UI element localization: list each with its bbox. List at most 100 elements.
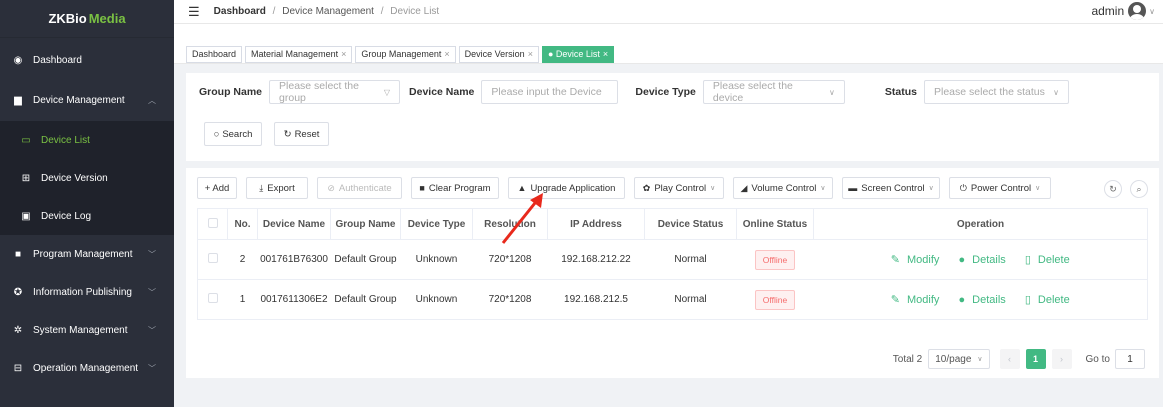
table-header-row: No. Device Name Group Name Device Type R… (197, 208, 1148, 240)
sidebar-item-dashboard[interactable]: ◉ Dashboard (0, 41, 174, 79)
screen-icon: ▬ (848, 183, 858, 193)
grid-icon: ⊞ (21, 172, 31, 184)
play-control-button[interactable]: ✿ Play Control ∨ (634, 177, 724, 199)
close-icon[interactable]: × (444, 49, 449, 59)
column-header: Operation (813, 208, 1148, 240)
select-all-checkbox[interactable] (207, 217, 218, 228)
refresh-icon[interactable]: ↻ (1104, 180, 1122, 198)
sidebar-item-device-log[interactable]: ▣ Device Log (0, 197, 174, 235)
status-label: Status (884, 86, 917, 98)
edit-icon: ✎ (890, 294, 901, 306)
sidebar-item-label: System Management (33, 324, 128, 336)
user-menu[interactable]: admin ∨ (1091, 2, 1155, 20)
column-header: Device Status (644, 208, 737, 240)
group-select[interactable]: Please select the group ▽ (269, 80, 401, 104)
breadcrumb-item: Device List (390, 6, 440, 17)
volume-icon: ◢ (740, 182, 748, 193)
trash-icon: ■ (419, 183, 425, 193)
cell-group-name: Default Group (330, 239, 401, 280)
volume-control-button[interactable]: ◢ Volume Control ∨ (733, 177, 833, 199)
chevron-down-icon: ∨ (928, 185, 934, 192)
close-icon[interactable]: × (528, 49, 533, 59)
cell-device-type: Unknown (400, 279, 473, 320)
monitor-icon: ▆ (14, 94, 22, 106)
sidebar-item-device-list[interactable]: ▭ Device List (0, 121, 174, 159)
cell-group-name: Default Group (330, 279, 401, 320)
export-button[interactable]: ⤓ Export (246, 177, 308, 199)
add-button[interactable]: + Add (197, 177, 237, 199)
play-icon: ✿ (642, 182, 651, 193)
search-icon[interactable]: ⌕ (1130, 180, 1148, 198)
modify-link[interactable]: ✎ Modify (887, 294, 944, 306)
column-header: Device Type (400, 208, 473, 240)
authenticate-button[interactable]: ⊘ Authenticate (317, 177, 402, 199)
tab-dashboard[interactable]: Dashboard (186, 46, 243, 63)
column-header: No. (227, 208, 258, 240)
chevron-down-icon: ∨ (820, 185, 826, 192)
sidebar-item-label: Program Management (33, 248, 133, 260)
delete-link[interactable]: ▯ Delete (1021, 294, 1074, 306)
device-table: No. Device Name Group Name Device Type R… (197, 208, 1148, 320)
sidebar-item-label: Device Log (41, 210, 92, 222)
power-control-button[interactable]: ⏻ Power Control ∨ (949, 177, 1051, 199)
trash-icon: ▯ (1024, 254, 1031, 266)
details-link[interactable]: ● Details (954, 294, 1009, 306)
menu-toggle-icon[interactable]: ☰ (188, 4, 200, 20)
sidebar-item-information-publishing[interactable]: ✪ Information Publishing ﹀ (0, 273, 174, 311)
goto-page-input[interactable]: 1 (1115, 349, 1145, 369)
sidebar-item-operation-management[interactable]: ⊟ Operation Management ﹀ (0, 349, 174, 387)
status-badge: Offline (754, 289, 796, 310)
prev-page-button[interactable]: ‹ (999, 349, 1020, 369)
tab-material-management[interactable]: Material Management × (245, 46, 353, 63)
sidebar-item-label: Device Version (41, 172, 108, 184)
close-icon[interactable]: × (603, 49, 608, 59)
clear-program-button[interactable]: ■ Clear Program (411, 177, 499, 199)
page-button[interactable]: 1 (1025, 349, 1046, 369)
screen-control-button[interactable]: ▬ Screen Control ∨ (842, 177, 940, 199)
folder-icon: ■ (14, 248, 22, 260)
close-icon[interactable]: × (341, 49, 346, 59)
breadcrumb-item[interactable]: Device Management (282, 6, 374, 17)
logo-prefix: ZKBio (48, 11, 87, 26)
device-type-select[interactable]: Please select the device ∨ (702, 80, 845, 104)
list-icon: ▭ (21, 134, 31, 146)
chevron-down-icon: ∨ (829, 87, 835, 97)
sidebar-item-system-management[interactable]: ✲ System Management ﹀ (0, 311, 174, 349)
sidebar-item-device-management[interactable]: ▆ Device Management ︿ (0, 79, 174, 121)
tab-device-version[interactable]: Device Version × (458, 46, 539, 63)
details-link[interactable]: ● Details (954, 254, 1009, 266)
row-checkbox[interactable] (207, 253, 218, 263)
info-icon: ● (958, 294, 966, 306)
cell-device-name: 0017611306E2 (257, 279, 331, 320)
operation-cell: ✎ Modify ● Details ▯ Delete (813, 239, 1148, 280)
device-name-input[interactable]: Please input the Device (481, 80, 619, 104)
status-select[interactable]: Please select the status ∨ (924, 80, 1069, 104)
cell-ip-address: 192.168.212.5 (547, 279, 645, 320)
column-header: Group Name (330, 208, 401, 240)
gear-icon: ✲ (13, 324, 23, 336)
breadcrumb-item[interactable]: Dashboard (214, 6, 266, 17)
next-page-button[interactable]: › (1051, 349, 1072, 369)
tab-device-list[interactable]: ● Device List × (541, 46, 615, 63)
row-checkbox[interactable] (207, 293, 218, 303)
publish-icon: ✪ (13, 286, 23, 298)
modify-link[interactable]: ✎ Modify (887, 254, 944, 266)
delete-link[interactable]: ▯ Delete (1021, 254, 1074, 266)
reset-button[interactable]: ↻ Reset (274, 122, 329, 146)
tab-group-management[interactable]: Group Management × (355, 46, 456, 63)
toolbar: + Add ⤓ Export ⊘ Authenticate ■ Clear Progr… (197, 177, 1060, 199)
cell-device-type: Unknown (400, 239, 473, 280)
device-name-label: Device Name (409, 86, 475, 98)
sidebar-item-device-version[interactable]: ⊞ Device Version (0, 159, 174, 197)
tabs-row: Dashboard Material Management × Group Man… (186, 46, 617, 63)
sidebar-item-label: Operation Management (33, 362, 139, 374)
chevron-down-icon: ▽ (383, 87, 391, 97)
sidebar-item-program-management[interactable]: ■ Program Management ﹀ (0, 235, 174, 273)
chevron-down-icon: ﹀ (148, 363, 156, 373)
cell-no: 2 (227, 239, 258, 280)
chevron-down-icon: ∨ (1035, 185, 1041, 192)
search-button[interactable]: ○ Search (204, 122, 262, 146)
status-badge: Offline (754, 249, 796, 270)
logo-suffix: Media (88, 11, 126, 26)
page-size-select[interactable]: 10/page ∨ (928, 349, 990, 369)
